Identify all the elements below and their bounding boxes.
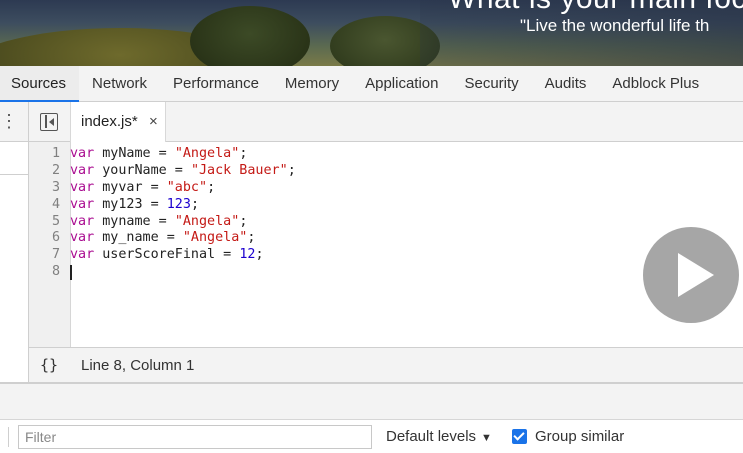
line-number[interactable]: 6 <box>29 230 66 247</box>
code-text: var myvar = "abc"; <box>66 180 215 197</box>
navigator-divider <box>0 174 28 175</box>
code-number: 12 <box>239 247 256 263</box>
more-options-icon[interactable]: ⋮ <box>0 102 18 142</box>
tab-performance[interactable]: Performance <box>160 66 272 102</box>
code-token: my_name = <box>94 230 183 246</box>
code-keyword: var <box>70 179 95 195</box>
file-tab-label: index.js* <box>81 113 138 130</box>
video-play-button[interactable] <box>643 227 739 323</box>
code-line[interactable]: 2 var yourName = "Jack Bauer"; <box>29 163 729 180</box>
group-similar-checkbox[interactable] <box>512 429 527 444</box>
toggle-navigator-icon[interactable] <box>40 113 58 131</box>
line-number[interactable]: 3 <box>29 180 66 197</box>
banner-quote: "Live the wonderful life th <box>520 16 710 35</box>
webpage-banner: What is your main foc "Live the wonderfu… <box>0 0 743 66</box>
code-text: var my_name = "Angela"; <box>66 230 255 247</box>
editor-tab-bar: ⋮ index.js* × <box>0 102 743 142</box>
landscape-tree <box>190 6 310 66</box>
code-text: var myName = "Angela"; <box>66 146 247 163</box>
tab-memory[interactable]: Memory <box>272 66 352 102</box>
tab-audits[interactable]: Audits <box>532 66 600 102</box>
cursor-position: Line 8, Column 1 <box>81 357 195 374</box>
code-text <box>66 264 72 281</box>
code-token: my123 = <box>94 196 167 212</box>
tab-application[interactable]: Application <box>352 66 451 102</box>
code-editor[interactable]: 1 var myName = "Angela"; 2 var yourName = "… <box>29 146 729 281</box>
code-token: ; <box>239 146 248 161</box>
tab-security[interactable]: Security <box>451 66 531 102</box>
file-tab-index-js[interactable]: index.js* × <box>70 102 166 142</box>
code-keyword: var <box>70 162 95 178</box>
code-token: myvar = <box>94 179 167 195</box>
code-line[interactable]: 8 <box>29 264 729 281</box>
console-toolbar: Default levels ▼ Group similar <box>0 420 743 453</box>
toolbar-separator <box>8 427 9 447</box>
close-tab-icon[interactable]: × <box>149 113 158 130</box>
banner-headline: What is your main foc <box>448 0 743 16</box>
text-cursor <box>70 265 72 281</box>
code-text: var yourName = "Jack Bauer"; <box>66 163 296 180</box>
code-keyword: var <box>70 230 95 246</box>
code-token: ; <box>207 179 216 195</box>
code-string: "Jack Bauer" <box>190 162 288 178</box>
console-filter-input[interactable] <box>18 425 372 449</box>
code-token: myname = <box>94 213 175 229</box>
line-number[interactable]: 5 <box>29 214 66 231</box>
levels-label: Default levels <box>386 428 477 445</box>
code-keyword: var <box>70 213 95 229</box>
code-token: ; <box>190 196 199 212</box>
code-text: var userScoreFinal = 12; <box>66 247 264 264</box>
code-token: userScoreFinal = <box>94 247 240 263</box>
editor-status-bar: {} Line 8, Column 1 <box>29 347 743 382</box>
code-line[interactable]: 3 var myvar = "abc"; <box>29 180 729 197</box>
code-line[interactable]: 4 var my123 = 123; <box>29 197 729 214</box>
code-token: ; <box>247 230 256 246</box>
tab-adblock-plus[interactable]: Adblock Plus <box>599 66 712 102</box>
line-number[interactable]: 2 <box>29 163 66 180</box>
code-keyword: var <box>70 196 95 212</box>
code-string: "Angela" <box>174 146 240 161</box>
pretty-print-button[interactable]: {} <box>40 356 58 374</box>
code-token: ; <box>239 213 248 229</box>
devtools-tab-strip: Sources Network Performance Memory Applicati… <box>0 65 743 102</box>
code-token: myName = <box>94 146 175 161</box>
tab-sources[interactable]: Sources <box>0 65 80 102</box>
code-keyword: var <box>70 247 95 263</box>
line-number[interactable]: 8 <box>29 264 66 281</box>
code-string: "abc" <box>166 179 208 195</box>
line-number[interactable]: 4 <box>29 197 66 214</box>
code-line[interactable]: 6 var my_name = "Angela"; <box>29 230 729 247</box>
code-number: 123 <box>166 196 191 212</box>
default-levels-dropdown[interactable]: Default levels ▼ <box>386 428 492 445</box>
code-string: "Angela" <box>182 230 248 246</box>
code-line[interactable]: 7 var userScoreFinal = 12; <box>29 247 729 264</box>
dropdown-arrow-icon: ▼ <box>481 432 492 444</box>
code-text: var myname = "Angela"; <box>66 214 247 231</box>
code-keyword: var <box>70 146 95 161</box>
code-token: yourName = <box>94 162 191 178</box>
code-line[interactable]: 5 var myname = "Angela"; <box>29 214 729 231</box>
code-token: ; <box>287 162 296 178</box>
code-text: var my123 = 123; <box>66 197 199 214</box>
code-string: "Angela" <box>174 213 240 229</box>
code-line[interactable]: 1 var myName = "Angela"; <box>29 146 729 163</box>
group-similar-label: Group similar <box>535 428 625 445</box>
tab-network[interactable]: Network <box>79 66 160 102</box>
console-drawer-header <box>0 384 743 420</box>
code-token: ; <box>255 247 264 263</box>
navigator-pane <box>0 142 28 382</box>
play-icon <box>678 253 714 297</box>
line-number[interactable]: 7 <box>29 247 66 264</box>
line-number[interactable]: 1 <box>29 146 66 163</box>
